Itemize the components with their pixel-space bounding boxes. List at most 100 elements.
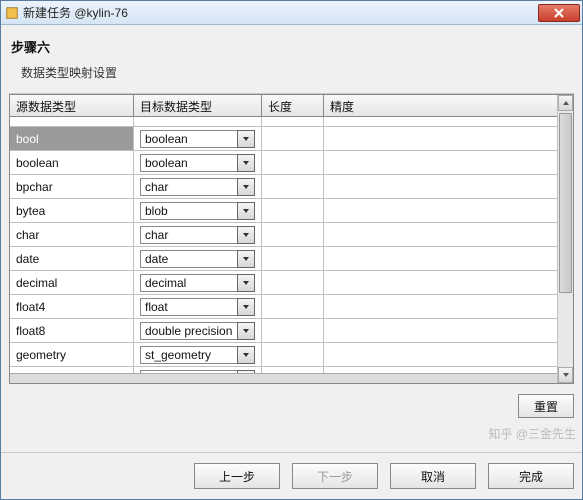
combo-value[interactable]: double precision [140,322,237,340]
length-cell[interactable] [262,199,324,222]
source-type-cell[interactable]: bytea [10,199,134,222]
source-type-cell[interactable]: decimal [10,271,134,294]
target-type-cell: char [134,223,262,246]
precision-cell[interactable] [324,295,557,318]
target-type-combo[interactable]: float [140,298,255,316]
target-type-combo[interactable]: boolean [140,154,255,172]
source-type-cell[interactable]: boolean [10,151,134,174]
length-cell[interactable] [262,271,324,294]
source-type-cell[interactable]: float8 [10,319,134,342]
scroll-down-button[interactable] [558,367,573,383]
header-precision[interactable]: 精度 [324,95,557,116]
combo-value[interactable]: boolean [140,130,237,148]
length-cell[interactable] [262,295,324,318]
titlebar[interactable]: 新建任务 @kylin-76 [1,1,582,25]
source-type-cell[interactable]: geometry [10,343,134,366]
header-target[interactable]: 目标数据类型 [134,95,262,116]
chevron-down-icon[interactable] [237,322,255,340]
precision-cell[interactable] [324,367,557,373]
length-cell[interactable] [262,151,324,174]
chevron-down-icon[interactable] [237,202,255,220]
finish-button[interactable]: 完成 [488,463,574,489]
chevron-down-icon[interactable] [237,226,255,244]
combo-value[interactable]: boolean [140,154,237,172]
combo-value[interactable]: float [140,298,237,316]
chevron-down-icon[interactable] [237,370,255,374]
combo-value[interactable]: char [140,178,237,196]
precision-cell[interactable] [324,223,557,246]
table-row[interactable]: boolean boolean [10,151,557,175]
target-type-combo[interactable]: blob [140,202,255,220]
table-row[interactable]: float8 double precision [10,319,557,343]
source-type-cell[interactable]: char [10,223,134,246]
header-length[interactable]: 长度 [262,95,324,116]
target-type-cell: char [134,175,262,198]
source-type-cell[interactable]: bpchar [10,175,134,198]
chevron-down-icon[interactable] [237,130,255,148]
chevron-down-icon[interactable] [237,250,255,268]
step-subtitle: 数据类型映射设置 [21,64,574,81]
length-cell[interactable] [262,367,324,373]
table-row[interactable]: date date [10,247,557,271]
combo-value[interactable]: char [140,226,237,244]
table-row[interactable]: bool boolean [10,127,557,151]
close-button[interactable] [538,4,580,22]
chevron-down-icon[interactable] [237,178,255,196]
target-type-combo[interactable]: char [140,226,255,244]
target-type-combo[interactable]: double precision [140,322,255,340]
precision-cell[interactable] [324,319,557,342]
header-source[interactable]: 源数据类型 [10,95,134,116]
length-cell[interactable] [262,319,324,342]
precision-cell[interactable] [324,343,557,366]
body-rows: boolbooleanbooleanbooleanbpcharcharbytea… [10,117,557,373]
next-button[interactable]: 下一步 [292,463,378,489]
scroll-track[interactable] [558,111,573,367]
prev-button[interactable]: 上一步 [194,463,280,489]
length-cell[interactable] [262,223,324,246]
vertical-scrollbar[interactable] [557,95,573,383]
source-type-cell[interactable]: date [10,247,134,270]
precision-cell[interactable] [324,151,557,174]
combo-value[interactable]: decimal [140,274,237,292]
combo-value[interactable]: blob [140,202,237,220]
target-type-combo[interactable]: char [140,178,255,196]
precision-cell[interactable] [324,247,557,270]
scroll-thumb[interactable] [559,113,572,293]
table-row[interactable]: bytea blob [10,199,557,223]
chevron-down-icon[interactable] [237,154,255,172]
target-type-combo[interactable]: boolean [140,130,255,148]
table-row[interactable]: bpchar char [10,175,557,199]
target-type-combo[interactable]: decimal [140,274,255,292]
source-type-cell[interactable]: bool [10,127,134,150]
chevron-down-icon[interactable] [237,298,255,316]
table-row[interactable]: decimal decimal [10,271,557,295]
table-row[interactable]: char char [10,223,557,247]
target-type-cell: float [134,295,262,318]
precision-cell[interactable] [324,199,557,222]
length-cell[interactable] [262,175,324,198]
target-type-cell: blob [134,199,262,222]
cancel-button[interactable]: 取消 [390,463,476,489]
target-type-combo[interactable]: st_geometry [140,346,255,364]
scroll-up-button[interactable] [558,95,573,111]
combo-value[interactable]: st_geometry [140,346,237,364]
chevron-down-icon[interactable] [237,274,255,292]
source-type-cell[interactable]: int [10,367,134,373]
table-row[interactable]: float4 float [10,295,557,319]
length-cell[interactable] [262,343,324,366]
table-row[interactable]: geometry st_geometry [10,343,557,367]
precision-cell[interactable] [324,271,557,294]
source-type-cell[interactable]: float4 [10,295,134,318]
length-cell[interactable] [262,127,324,150]
target-type-combo[interactable]: date [140,250,255,268]
table-row[interactable]: int int [10,367,557,373]
h-scroll-stub[interactable] [10,373,557,383]
combo-value[interactable]: int [140,370,237,374]
chevron-down-icon[interactable] [237,346,255,364]
reset-button[interactable]: 重置 [518,394,574,418]
target-type-combo[interactable]: int [140,370,255,374]
precision-cell[interactable] [324,175,557,198]
precision-cell[interactable] [324,127,557,150]
combo-value[interactable]: date [140,250,237,268]
length-cell[interactable] [262,247,324,270]
